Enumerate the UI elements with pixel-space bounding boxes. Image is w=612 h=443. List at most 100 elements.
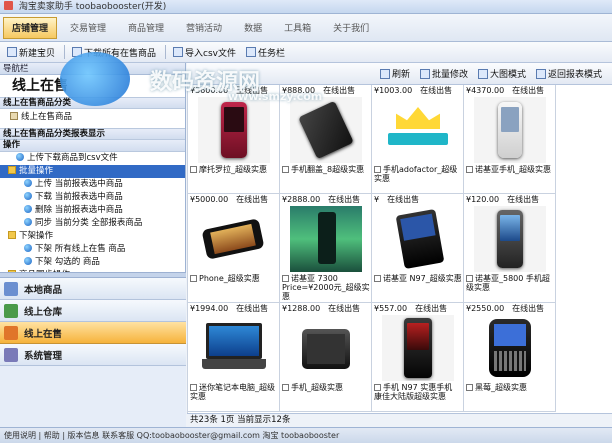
menu-toolbox[interactable]: 工具箱 xyxy=(275,17,320,39)
globe-icon xyxy=(24,218,32,226)
product-image[interactable] xyxy=(290,206,362,272)
menu-marketing[interactable]: 营销活动 xyxy=(177,17,231,39)
nav-button[interactable]: 系统管理 xyxy=(0,344,186,366)
product-name-row: 诺基亚 N97_超级实惠 xyxy=(374,274,462,283)
product-checkbox[interactable] xyxy=(466,166,473,173)
operations-section-header[interactable]: 操作 xyxy=(0,140,185,152)
product-checkbox[interactable] xyxy=(282,166,289,173)
product-name: 手机翻盖_8超级实惠 xyxy=(291,165,365,174)
tree-item-online-products[interactable]: 线上在售商品 xyxy=(0,109,185,126)
tree-item[interactable]: 下架操作 xyxy=(0,230,185,243)
menu-product-management[interactable]: 商品管理 xyxy=(119,17,173,39)
tree-item[interactable]: 上传 当前报表选中商品 xyxy=(0,178,185,191)
product-card[interactable]: ¥557.00 在线出售 手机 N97 实惠手机 康佳大陆版超级实惠 xyxy=(372,303,464,412)
product-checkbox[interactable] xyxy=(282,384,289,391)
product-name: 手机adofactor_超级实惠 xyxy=(374,165,458,183)
nav-icon xyxy=(4,281,18,296)
product-card[interactable]: ¥5000.00 在线出售 Phone_超级实惠 xyxy=(188,194,280,303)
nav-button[interactable]: 本地商品 xyxy=(0,278,186,300)
product-image[interactable] xyxy=(474,97,546,163)
product-image[interactable] xyxy=(198,206,270,272)
product-checkbox[interactable] xyxy=(190,384,197,391)
product-price-row: ¥120.00 在线出售 xyxy=(464,194,555,205)
product-price: ¥5000.00 xyxy=(190,195,229,204)
task-bar-button[interactable]: 任务栏 xyxy=(242,44,289,61)
product-status: 在线出售 xyxy=(236,304,269,313)
report-section-header[interactable]: 线上在售商品分类报表显示 xyxy=(0,128,185,140)
product-toolbar: 刷新 批量修改 大图模式 返回报表模式 xyxy=(187,63,612,85)
menu-trade-management[interactable]: 交易管理 xyxy=(61,17,115,39)
product-image[interactable] xyxy=(290,315,362,381)
task-icon xyxy=(246,47,256,57)
product-status: 在线出售 xyxy=(328,195,361,204)
import-csv-button[interactable]: 导入csv文件 xyxy=(169,44,240,61)
product-card[interactable]: ¥888.00 在线出售 手机翻盖_8超级实惠 xyxy=(280,85,372,194)
product-checkbox[interactable] xyxy=(374,275,381,282)
refresh-icon xyxy=(379,68,390,79)
menu-about[interactable]: 关于我们 xyxy=(324,17,378,39)
tree-item[interactable]: 下架 所有线上在售 商品 xyxy=(0,243,185,256)
tree-item[interactable]: 批量操作 xyxy=(0,165,185,178)
product-price-row: ¥5000.00 在线出售 xyxy=(188,194,279,205)
menu-data[interactable]: 数据 xyxy=(235,17,271,39)
product-card[interactable]: ¥4370.00 在线出售诺基亚手机_超级实惠 xyxy=(464,85,556,194)
product-image[interactable] xyxy=(382,97,454,163)
product-card[interactable]: ¥2550.00 在线出售 黑莓_超级实惠 xyxy=(464,303,556,412)
menu-store-management[interactable]: 店铺管理 xyxy=(3,16,58,39)
download-all-button[interactable]: 下载所有在售商品 xyxy=(68,44,160,61)
globe-icon xyxy=(24,179,32,187)
batch-edit-button[interactable]: 批量修改 xyxy=(416,65,472,82)
product-image[interactable] xyxy=(382,315,454,381)
toolbar-separator xyxy=(165,45,167,59)
globe-icon xyxy=(24,244,32,252)
tree-item[interactable]: 下载 当前报表选中商品 xyxy=(0,191,185,204)
product-card[interactable]: ¥120.00 在线出售 诺基亚_5800 手机超级实惠 xyxy=(464,194,556,303)
product-card[interactable]: ¥ 在线出售 诺基亚 N97_超级实惠 xyxy=(372,194,464,303)
category-section-header[interactable]: 线上在售商品分类 xyxy=(0,97,185,109)
product-card[interactable]: ¥1003.00 在线出售 手机adofactor_超级实惠 xyxy=(372,85,464,194)
product-checkbox[interactable] xyxy=(466,384,473,391)
refresh-button[interactable]: 刷新 xyxy=(376,65,414,82)
product-card[interactable]: ¥2888.00 在线出售 诺基亚 7300 Price=¥2000元_超级实惠 xyxy=(280,194,372,303)
report-mode-button[interactable]: 返回报表模式 xyxy=(532,65,606,82)
product-name: 摩托罗拉_超级实惠 xyxy=(199,165,267,174)
product-card[interactable]: ¥1994.00 在线出售 迷你笔记本电脑_超级实惠 xyxy=(188,303,280,412)
edit-icon xyxy=(419,68,430,79)
import-icon xyxy=(173,47,184,57)
product-image[interactable] xyxy=(382,206,454,272)
tree-item[interactable]: 上传下载商品到csv文件 xyxy=(0,152,185,165)
section-title: 线上在售 xyxy=(12,78,68,94)
product-image[interactable] xyxy=(198,315,270,381)
product-name: 诺基亚手机_超级实惠 xyxy=(475,165,551,174)
product-checkbox[interactable] xyxy=(374,384,381,391)
product-image[interactable] xyxy=(198,97,270,163)
tree-item[interactable]: 下架 勾选的 商品 xyxy=(0,256,185,269)
product-name-row: 手机 N97 实惠手机 康佳大陆版超级实惠 xyxy=(374,383,462,401)
navigation-buttons: 本地商品 线上仓库 线上在售 系统管理 xyxy=(0,272,186,427)
large-view-button[interactable]: 大图模式 xyxy=(474,65,530,82)
product-image[interactable] xyxy=(474,315,546,381)
product-price: ¥4370.00 xyxy=(466,86,505,95)
product-price-row: ¥4370.00 在线出售 xyxy=(464,85,555,96)
product-checkbox[interactable] xyxy=(190,166,197,173)
nav-button[interactable]: 线上在售 xyxy=(0,322,186,344)
product-image[interactable] xyxy=(290,97,362,163)
app-icon xyxy=(4,1,13,10)
product-image[interactable] xyxy=(474,206,546,272)
product-status: 王线出售 xyxy=(236,86,269,95)
tree-item[interactable]: 同步 当前分类 全部报表商品 xyxy=(0,217,185,230)
nav-button[interactable]: 线上仓库 xyxy=(0,300,186,322)
product-card[interactable]: ¥3600.00 王线出售 摩托罗拉_超级实惠 xyxy=(188,85,280,194)
product-checkbox[interactable] xyxy=(374,166,381,173)
product-checkbox[interactable] xyxy=(282,275,289,282)
package-icon xyxy=(10,112,18,120)
product-name-row: 黑莓_超级实惠 xyxy=(466,383,554,392)
product-card[interactable]: ¥1288.00 在线出售 手机_超级实惠 xyxy=(280,303,372,412)
tree-item[interactable]: 删除 当前报表选中商品 xyxy=(0,204,185,217)
product-checkbox[interactable] xyxy=(466,275,473,282)
product-name-row: 摩托罗拉_超级实惠 xyxy=(190,165,278,174)
title-bar: 淘宝卖家助手 toobaobooster(开发) xyxy=(0,0,612,14)
product-checkbox[interactable] xyxy=(190,275,197,282)
product-price-row: ¥1288.00 在线出售 xyxy=(280,303,371,314)
new-item-button[interactable]: 新建宝贝 xyxy=(3,44,59,61)
